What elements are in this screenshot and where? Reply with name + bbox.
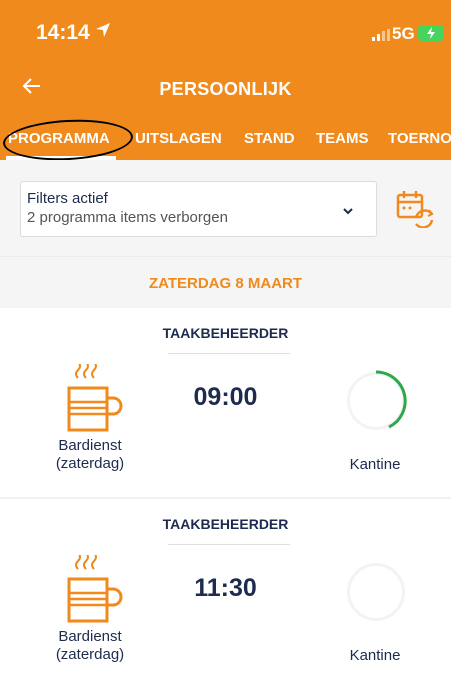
tab-stand[interactable]: STAND <box>244 130 295 147</box>
status-bar: 14:14 5G <box>0 0 451 62</box>
divider <box>168 353 290 354</box>
date-label: ZATERDAG 8 MAART <box>148 275 303 292</box>
calendar-sync-icon[interactable] <box>396 190 434 233</box>
filter-bar: Filters actief 2 programma items verborg… <box>0 160 451 256</box>
item-role: TAAKBEHEERDER <box>162 516 289 532</box>
item-label: Bardienst (zaterdag) <box>55 437 125 472</box>
battery-icon <box>418 25 444 41</box>
filter-dropdown[interactable]: Filters actief 2 programma items verborg… <box>20 181 377 237</box>
item-role: TAAKBEHEERDER <box>162 325 289 341</box>
divider <box>168 544 290 545</box>
item-location: Kantine <box>349 456 401 473</box>
status-time: 14:14 <box>36 21 90 44</box>
filter-title: Filters actief <box>27 190 108 207</box>
network-type: 5G <box>392 24 415 43</box>
chevron-down-icon <box>342 204 354 222</box>
app-header: PERSOONLIJK <box>0 62 451 114</box>
progress-ring <box>344 560 408 629</box>
tab-toernooien[interactable]: TOERNO <box>388 130 451 147</box>
date-header: ZATERDAG 8 MAART <box>0 256 451 308</box>
item-location: Kantine <box>349 647 401 664</box>
progress-ring <box>344 369 408 438</box>
page-title: PERSOONLIJK <box>159 79 292 99</box>
list-item[interactable]: TAAKBEHEERDER 09:00 Bardienst (zaterdag)… <box>0 308 451 498</box>
signal-icon <box>372 28 390 46</box>
item-label: Bardienst (zaterdag) <box>55 628 125 663</box>
list-item[interactable]: TAAKBEHEERDER 11:30 Bardienst (zaterdag)… <box>0 499 451 689</box>
tab-uitslagen[interactable]: UITSLAGEN <box>135 130 222 147</box>
filter-subtitle: 2 programma items verborgen <box>27 209 228 226</box>
location-arrow-icon <box>95 22 111 43</box>
tab-teams[interactable]: TEAMS <box>316 130 369 147</box>
